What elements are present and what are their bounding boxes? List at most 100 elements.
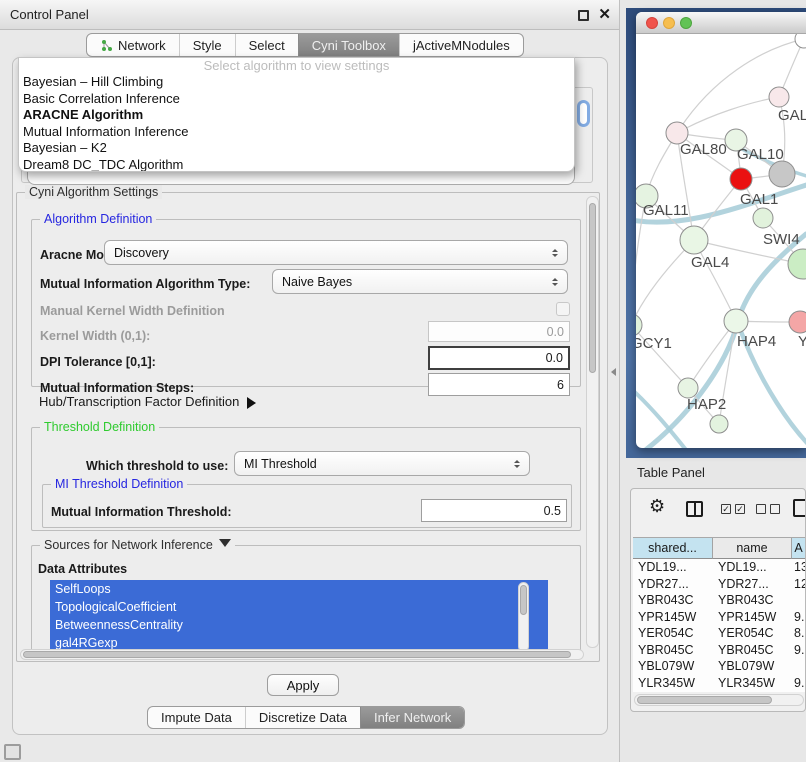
column-header[interactable]: name [713, 538, 792, 559]
algorithm-option[interactable]: ARACNE Algorithm [19, 107, 574, 124]
mi-type-label: Mutual Information Algorithm Type: [40, 277, 250, 291]
network-canvas[interactable]: GALGAL80GAL10GAL1GAL11SWI4GAL4GCY1HAP4YH… [636, 34, 806, 448]
collapse-arrow-icon [219, 539, 231, 553]
settings-vertical-scrollbar[interactable] [586, 196, 599, 648]
stepper-arrows-icon [514, 460, 520, 468]
tab-select[interactable]: Select [235, 34, 298, 56]
table-row[interactable]: YDL19...YDL19...13 [633, 559, 805, 576]
settings-horizontal-scrollbar[interactable] [20, 649, 584, 660]
cyni-bottom-tabs: Impute Data Discretize Data Infer Networ… [147, 706, 465, 729]
table-row[interactable]: YIL052CYIL052C9 [633, 691, 805, 692]
mi-steps-field[interactable]: 6 [428, 373, 570, 396]
attribute-list-item[interactable]: BetweennessCentrality [50, 616, 548, 634]
focused-combo-fragment[interactable] [577, 100, 590, 127]
network-node[interactable] [680, 226, 708, 254]
table-cell: YDR27... [633, 576, 713, 593]
network-node[interactable] [636, 314, 642, 336]
table-cell: YIL052C [633, 691, 713, 692]
new-table-file-icon[interactable] [793, 499, 806, 517]
table-row[interactable]: YBL079WYBL079W [633, 658, 805, 675]
zoom-traffic-light-icon[interactable] [680, 17, 692, 29]
tab-jactivemnodules[interactable]: jActiveMNodules [399, 34, 523, 56]
minimized-panel-icon[interactable] [4, 744, 21, 760]
float-window-icon[interactable] [578, 10, 589, 21]
control-panel: Control Panel ✕ Network Style Select Cyn… [0, 0, 620, 762]
table-cell: YDL19... [633, 559, 713, 576]
tab-style[interactable]: Style [179, 34, 235, 56]
table-cell: 9 [792, 691, 805, 692]
network-node[interactable] [769, 161, 795, 187]
tab-cyni-toolbox[interactable]: Cyni Toolbox [298, 34, 399, 56]
network-node[interactable] [795, 34, 806, 48]
which-threshold-value: MI Threshold [244, 457, 317, 471]
close-traffic-light-icon[interactable] [646, 17, 658, 29]
network-node[interactable] [678, 378, 698, 398]
table-cell: YBL079W [713, 658, 792, 675]
tab-label: Style [193, 38, 222, 53]
manual-kernel-checkbox[interactable] [556, 302, 570, 316]
tab-impute-data[interactable]: Impute Data [148, 707, 245, 728]
table-cell [792, 658, 805, 675]
close-icon[interactable]: ✕ [598, 5, 611, 23]
network-icon [100, 39, 113, 52]
table-header-row[interactable]: shared...nameA [633, 538, 805, 559]
hub-definition-expander[interactable]: Hub/Transcription Factor Definition [39, 394, 262, 409]
node-label: HAP2 [687, 396, 726, 413]
tab-infer-network[interactable]: Infer Network [360, 707, 464, 728]
table-row[interactable]: YPR145WYPR145W9. [633, 609, 805, 626]
network-node[interactable] [753, 208, 773, 228]
network-node[interactable] [710, 415, 728, 433]
network-node[interactable] [788, 249, 806, 279]
network-node[interactable] [789, 311, 806, 333]
aracne-mode-select[interactable]: Discovery [104, 240, 568, 265]
network-node[interactable] [769, 87, 789, 107]
deselect-all-checks-icon[interactable] [756, 504, 780, 514]
column-header[interactable]: shared... [633, 538, 713, 559]
network-node[interactable] [730, 168, 752, 190]
column-header[interactable]: A [792, 538, 805, 559]
algorithm-option[interactable]: Bayesian – Hill Climbing [19, 74, 574, 91]
which-threshold-select[interactable]: MI Threshold [234, 451, 530, 476]
table-row[interactable]: YDR27...YDR27...12 [633, 576, 805, 593]
table-row[interactable]: YLR345WYLR345W9. [633, 675, 805, 692]
tab-discretize-data[interactable]: Discretize Data [245, 707, 360, 728]
network-view-window[interactable]: GALGAL80GAL10GAL1GAL11SWI4GAL4GCY1HAP4YH… [636, 12, 806, 448]
sources-title[interactable]: Sources for Network Inference [40, 538, 235, 553]
algorithm-option[interactable]: Basic Correlation Inference [19, 91, 574, 108]
network-window-titlebar[interactable] [636, 12, 806, 34]
mi-type-value: Naive Bayes [282, 275, 352, 289]
dpi-tolerance-field[interactable]: 0.0 [428, 346, 570, 370]
attribute-list-item[interactable]: SelfLoops [50, 580, 548, 598]
mi-algorithm-type-select[interactable]: Naive Bayes [272, 269, 568, 294]
attribute-list-item[interactable]: TopologicalCoefficient [50, 598, 548, 616]
columns-icon[interactable] [686, 501, 703, 517]
algorithm-option[interactable]: Bayesian – K2 [19, 140, 574, 157]
table-horizontal-scrollbar[interactable] [634, 694, 804, 706]
algorithm-option[interactable]: Dream8 DC_TDC Algorithm [19, 157, 574, 173]
gear-icon[interactable]: ⚙ [649, 497, 665, 515]
network-edge[interactable] [636, 240, 694, 325]
network-node[interactable] [724, 309, 748, 333]
node-label: SWI4 [763, 231, 800, 248]
tab-network[interactable]: Network [87, 34, 179, 56]
mi-threshold-field[interactable]: 0.5 [421, 499, 567, 522]
table-row[interactable]: YBR045CYBR045C9. [633, 642, 805, 659]
minimize-traffic-light-icon[interactable] [663, 17, 675, 29]
apply-button[interactable]: Apply [267, 674, 339, 696]
table-cell: YBR045C [713, 642, 792, 659]
table-row[interactable]: YER054CYER054C8. [633, 625, 805, 642]
splitter-collapse-icon[interactable] [607, 368, 616, 376]
data-attributes-list[interactable]: SelfLoopsTopologicalCoefficientBetweenne… [50, 580, 548, 654]
network-edge[interactable] [677, 97, 779, 133]
table-row[interactable]: YBR043CYBR043C [633, 592, 805, 609]
tab-label: Discretize Data [259, 710, 347, 725]
node-label: GAL4 [691, 254, 729, 271]
table-cell: 13 [792, 559, 805, 576]
attributes-scrollbar[interactable] [518, 582, 529, 652]
kernel-width-field[interactable]: 0.0 [428, 321, 570, 342]
algorithm-list: Bayesian – Hill ClimbingBasic Correlatio… [19, 74, 574, 172]
tab-label: Select [249, 38, 285, 53]
algorithm-option[interactable]: Mutual Information Inference [19, 124, 574, 141]
select-all-checks-icon[interactable]: ✓✓ [721, 504, 745, 514]
right-region: GALGAL80GAL10GAL1GAL11SWI4GAL4GCY1HAP4YH… [620, 0, 806, 762]
